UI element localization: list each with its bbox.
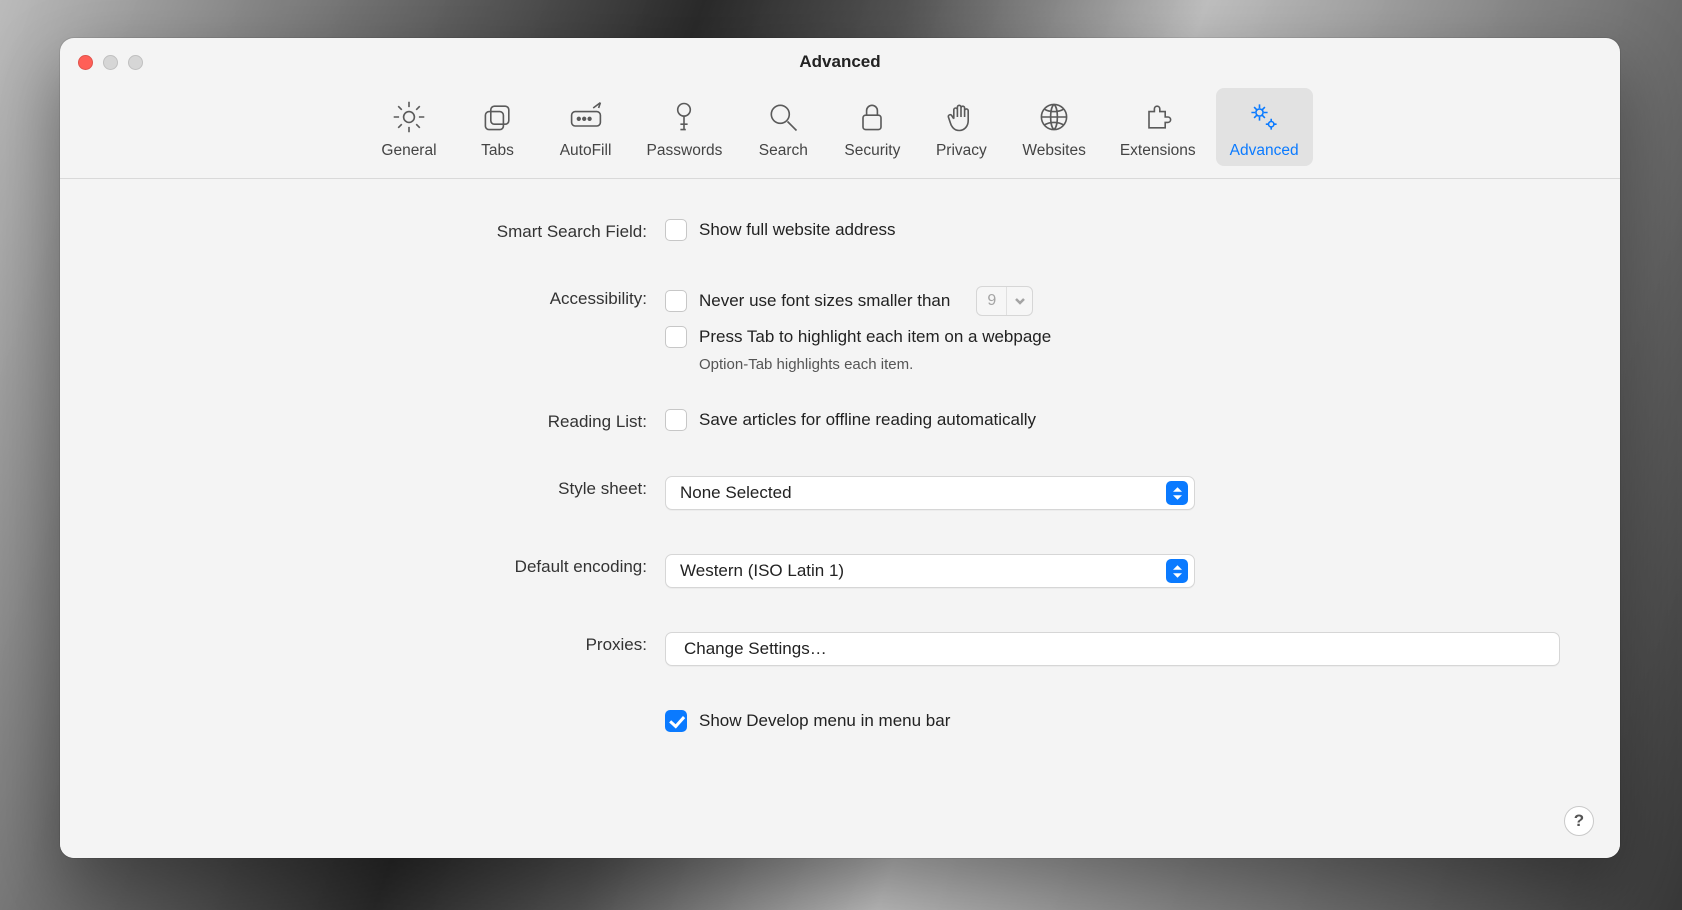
puzzle-icon (1137, 96, 1179, 138)
window-title: Advanced (60, 52, 1620, 72)
style-sheet-value: None Selected (680, 483, 792, 503)
default-encoding-select[interactable]: Western (ISO Latin 1) (665, 554, 1195, 588)
min-font-label: Never use font sizes smaller than (699, 291, 950, 311)
zoom-window-button[interactable] (128, 55, 143, 70)
develop-menu-checkbox[interactable] (665, 710, 687, 732)
proxies-label: Proxies: (120, 632, 665, 655)
tab-label: Privacy (936, 142, 987, 160)
change-proxies-label: Change Settings… (684, 639, 827, 659)
smart-search-label: Smart Search Field: (120, 219, 665, 242)
tabs-icon (477, 96, 519, 138)
tab-highlight-hint: Option-Tab highlights each item. (699, 356, 1560, 373)
tab-highlight-label: Press Tab to highlight each item on a we… (699, 327, 1051, 347)
minimize-window-button[interactable] (103, 55, 118, 70)
preferences-window: Advanced General Tabs AutoFill Passwords (60, 38, 1620, 858)
select-caret-icon (1166, 559, 1188, 583)
show-full-address-checkbox[interactable] (665, 219, 687, 241)
offline-reading-label: Save articles for offline reading automa… (699, 410, 1036, 430)
hand-icon (940, 96, 982, 138)
select-caret-icon (1166, 481, 1188, 505)
tab-label: Search (759, 142, 808, 160)
tab-advanced[interactable]: Advanced (1216, 88, 1313, 166)
style-sheet-label: Style sheet: (120, 476, 665, 499)
min-font-stepper[interactable]: 9 (976, 286, 1033, 316)
change-proxies-button[interactable]: Change Settings… (665, 632, 1560, 666)
tab-autofill[interactable]: AutoFill (545, 88, 627, 166)
accessibility-label: Accessibility: (120, 286, 665, 309)
default-encoding-label: Default encoding: (120, 554, 665, 577)
search-icon (762, 96, 804, 138)
titlebar: Advanced (60, 38, 1620, 86)
tab-label: Extensions (1120, 142, 1196, 160)
develop-menu-label: Show Develop menu in menu bar (699, 711, 950, 731)
gear-icon (388, 96, 430, 138)
help-glyph: ? (1574, 811, 1584, 831)
tab-highlight-checkbox[interactable] (665, 326, 687, 348)
tab-websites[interactable]: Websites (1008, 88, 1099, 166)
default-encoding-value: Western (ISO Latin 1) (680, 561, 844, 581)
tab-label: General (381, 142, 436, 160)
reading-list-label: Reading List: (120, 409, 665, 432)
show-full-address-label: Show full website address (699, 220, 896, 240)
tab-extensions[interactable]: Extensions (1106, 88, 1210, 166)
help-button[interactable]: ? (1564, 806, 1594, 836)
autofill-icon (565, 96, 607, 138)
min-font-value: 9 (977, 290, 1006, 312)
lock-icon (851, 96, 893, 138)
tab-label: Advanced (1230, 142, 1299, 160)
close-window-button[interactable] (78, 55, 93, 70)
tab-security[interactable]: Security (830, 88, 914, 166)
offline-reading-checkbox[interactable] (665, 409, 687, 431)
tab-passwords[interactable]: Passwords (633, 88, 737, 166)
tab-label: Passwords (647, 142, 723, 160)
globe-icon (1033, 96, 1075, 138)
key-icon (663, 96, 705, 138)
advanced-pane: Smart Search Field: Show full website ad… (60, 179, 1620, 858)
preferences-toolbar: General Tabs AutoFill Passwords Search (60, 86, 1620, 179)
tab-general[interactable]: General (367, 88, 450, 166)
min-font-checkbox[interactable] (665, 290, 687, 312)
tab-label: Websites (1022, 142, 1085, 160)
traffic-lights (78, 55, 143, 70)
tab-label: Tabs (481, 142, 514, 160)
tab-label: Security (844, 142, 900, 160)
tab-privacy[interactable]: Privacy (920, 88, 1002, 166)
tab-label: AutoFill (560, 142, 612, 160)
tab-tabs[interactable]: Tabs (457, 88, 539, 166)
tab-search[interactable]: Search (742, 88, 824, 166)
chevron-down-icon (1006, 287, 1032, 315)
style-sheet-select[interactable]: None Selected (665, 476, 1195, 510)
gears-icon (1243, 96, 1285, 138)
